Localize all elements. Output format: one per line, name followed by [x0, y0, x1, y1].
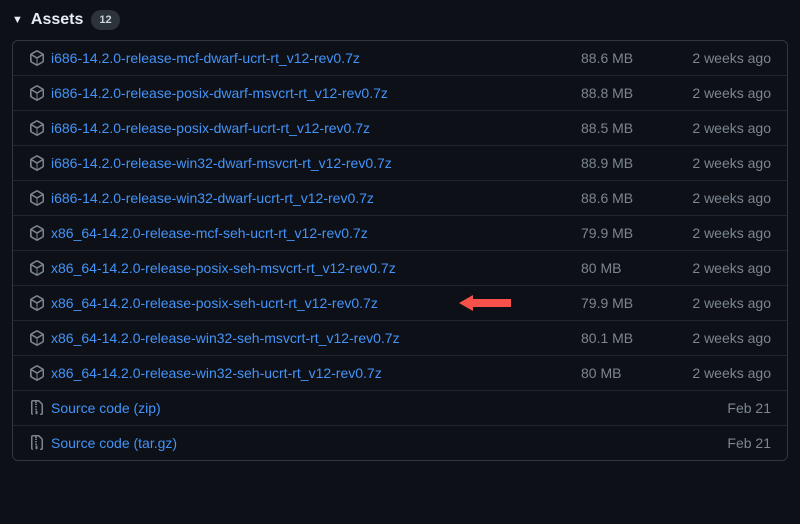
- asset-link[interactable]: x86_64-14.2.0-release-mcf-seh-ucrt-rt_v1…: [51, 225, 368, 241]
- asset-link[interactable]: i686-14.2.0-release-mcf-dwarf-ucrt-rt_v1…: [51, 50, 360, 66]
- asset-date: 2 weeks ago: [661, 330, 771, 346]
- asset-size: 80 MB: [571, 260, 661, 276]
- asset-left: Source code (zip): [29, 400, 571, 416]
- asset-size: 88.8 MB: [571, 85, 661, 101]
- asset-link[interactable]: x86_64-14.2.0-release-win32-seh-msvcrt-r…: [51, 330, 400, 346]
- asset-size: 79.9 MB: [571, 225, 661, 241]
- asset-left: x86_64-14.2.0-release-posix-seh-msvcrt-r…: [29, 260, 571, 276]
- asset-row: x86_64-14.2.0-release-win32-seh-ucrt-rt_…: [13, 355, 787, 390]
- file-zip-icon: [29, 435, 45, 451]
- asset-size: 79.9 MB: [571, 295, 661, 311]
- assets-header-toggle[interactable]: ▼ Assets 12: [12, 6, 788, 40]
- asset-left: i686-14.2.0-release-mcf-dwarf-ucrt-rt_v1…: [29, 50, 571, 66]
- asset-date: 2 weeks ago: [661, 295, 771, 311]
- asset-left: i686-14.2.0-release-win32-dwarf-msvcrt-r…: [29, 155, 571, 171]
- asset-row: i686-14.2.0-release-win32-dwarf-msvcrt-r…: [13, 145, 787, 180]
- package-icon: [29, 190, 45, 206]
- package-icon: [29, 120, 45, 136]
- asset-date: 2 weeks ago: [661, 155, 771, 171]
- asset-row: i686-14.2.0-release-posix-dwarf-ucrt-rt_…: [13, 110, 787, 145]
- asset-link[interactable]: x86_64-14.2.0-release-posix-seh-msvcrt-r…: [51, 260, 396, 276]
- asset-link[interactable]: i686-14.2.0-release-posix-dwarf-msvcrt-r…: [51, 85, 388, 101]
- asset-left: i686-14.2.0-release-win32-dwarf-ucrt-rt_…: [29, 190, 571, 206]
- asset-date: Feb 21: [661, 400, 771, 416]
- package-icon: [29, 85, 45, 101]
- asset-size: 88.9 MB: [571, 155, 661, 171]
- asset-left: x86_64-14.2.0-release-mcf-seh-ucrt-rt_v1…: [29, 225, 571, 241]
- asset-size: 80.1 MB: [571, 330, 661, 346]
- asset-row: i686-14.2.0-release-win32-dwarf-ucrt-rt_…: [13, 180, 787, 215]
- asset-link[interactable]: Source code (zip): [51, 400, 161, 416]
- asset-row: Source code (zip) Feb 21: [13, 390, 787, 425]
- asset-link[interactable]: i686-14.2.0-release-win32-dwarf-msvcrt-r…: [51, 155, 392, 171]
- package-icon: [29, 50, 45, 66]
- asset-link[interactable]: x86_64-14.2.0-release-win32-seh-ucrt-rt_…: [51, 365, 382, 381]
- asset-date: 2 weeks ago: [661, 260, 771, 276]
- asset-row: x86_64-14.2.0-release-posix-seh-msvcrt-r…: [13, 250, 787, 285]
- package-icon: [29, 225, 45, 241]
- package-icon: [29, 330, 45, 346]
- caret-down-icon: ▼: [12, 14, 23, 26]
- assets-count-badge: 12: [91, 10, 119, 30]
- asset-row: x86_64-14.2.0-release-mcf-seh-ucrt-rt_v1…: [13, 215, 787, 250]
- asset-link[interactable]: x86_64-14.2.0-release-posix-seh-ucrt-rt_…: [51, 295, 378, 311]
- asset-link[interactable]: i686-14.2.0-release-win32-dwarf-ucrt-rt_…: [51, 190, 374, 206]
- package-icon: [29, 155, 45, 171]
- asset-size: 88.6 MB: [571, 50, 661, 66]
- asset-left: x86_64-14.2.0-release-win32-seh-msvcrt-r…: [29, 330, 571, 346]
- asset-date: Feb 21: [661, 435, 771, 451]
- asset-date: 2 weeks ago: [661, 190, 771, 206]
- package-icon: [29, 365, 45, 381]
- package-icon: [29, 260, 45, 276]
- asset-size: 88.5 MB: [571, 120, 661, 136]
- asset-date: 2 weeks ago: [661, 365, 771, 381]
- assets-title: Assets: [31, 11, 83, 29]
- asset-left: Source code (tar.gz): [29, 435, 571, 451]
- asset-date: 2 weeks ago: [661, 225, 771, 241]
- asset-date: 2 weeks ago: [661, 120, 771, 136]
- asset-left: x86_64-14.2.0-release-win32-seh-ucrt-rt_…: [29, 365, 571, 381]
- asset-row: Source code (tar.gz) Feb 21: [13, 425, 787, 460]
- asset-row: x86_64-14.2.0-release-win32-seh-msvcrt-r…: [13, 320, 787, 355]
- asset-row: x86_64-14.2.0-release-posix-seh-ucrt-rt_…: [13, 285, 787, 320]
- asset-row: i686-14.2.0-release-mcf-dwarf-ucrt-rt_v1…: [13, 41, 787, 75]
- asset-date: 2 weeks ago: [661, 50, 771, 66]
- file-zip-icon: [29, 400, 45, 416]
- asset-row: i686-14.2.0-release-posix-dwarf-msvcrt-r…: [13, 75, 787, 110]
- asset-date: 2 weeks ago: [661, 85, 771, 101]
- asset-left: i686-14.2.0-release-posix-dwarf-ucrt-rt_…: [29, 120, 571, 136]
- asset-left: x86_64-14.2.0-release-posix-seh-ucrt-rt_…: [29, 295, 571, 311]
- asset-left: i686-14.2.0-release-posix-dwarf-msvcrt-r…: [29, 85, 571, 101]
- assets-list: i686-14.2.0-release-mcf-dwarf-ucrt-rt_v1…: [12, 40, 788, 461]
- package-icon: [29, 295, 45, 311]
- asset-link[interactable]: i686-14.2.0-release-posix-dwarf-ucrt-rt_…: [51, 120, 370, 136]
- asset-size: 80 MB: [571, 365, 661, 381]
- asset-size: 88.6 MB: [571, 190, 661, 206]
- asset-link[interactable]: Source code (tar.gz): [51, 435, 177, 451]
